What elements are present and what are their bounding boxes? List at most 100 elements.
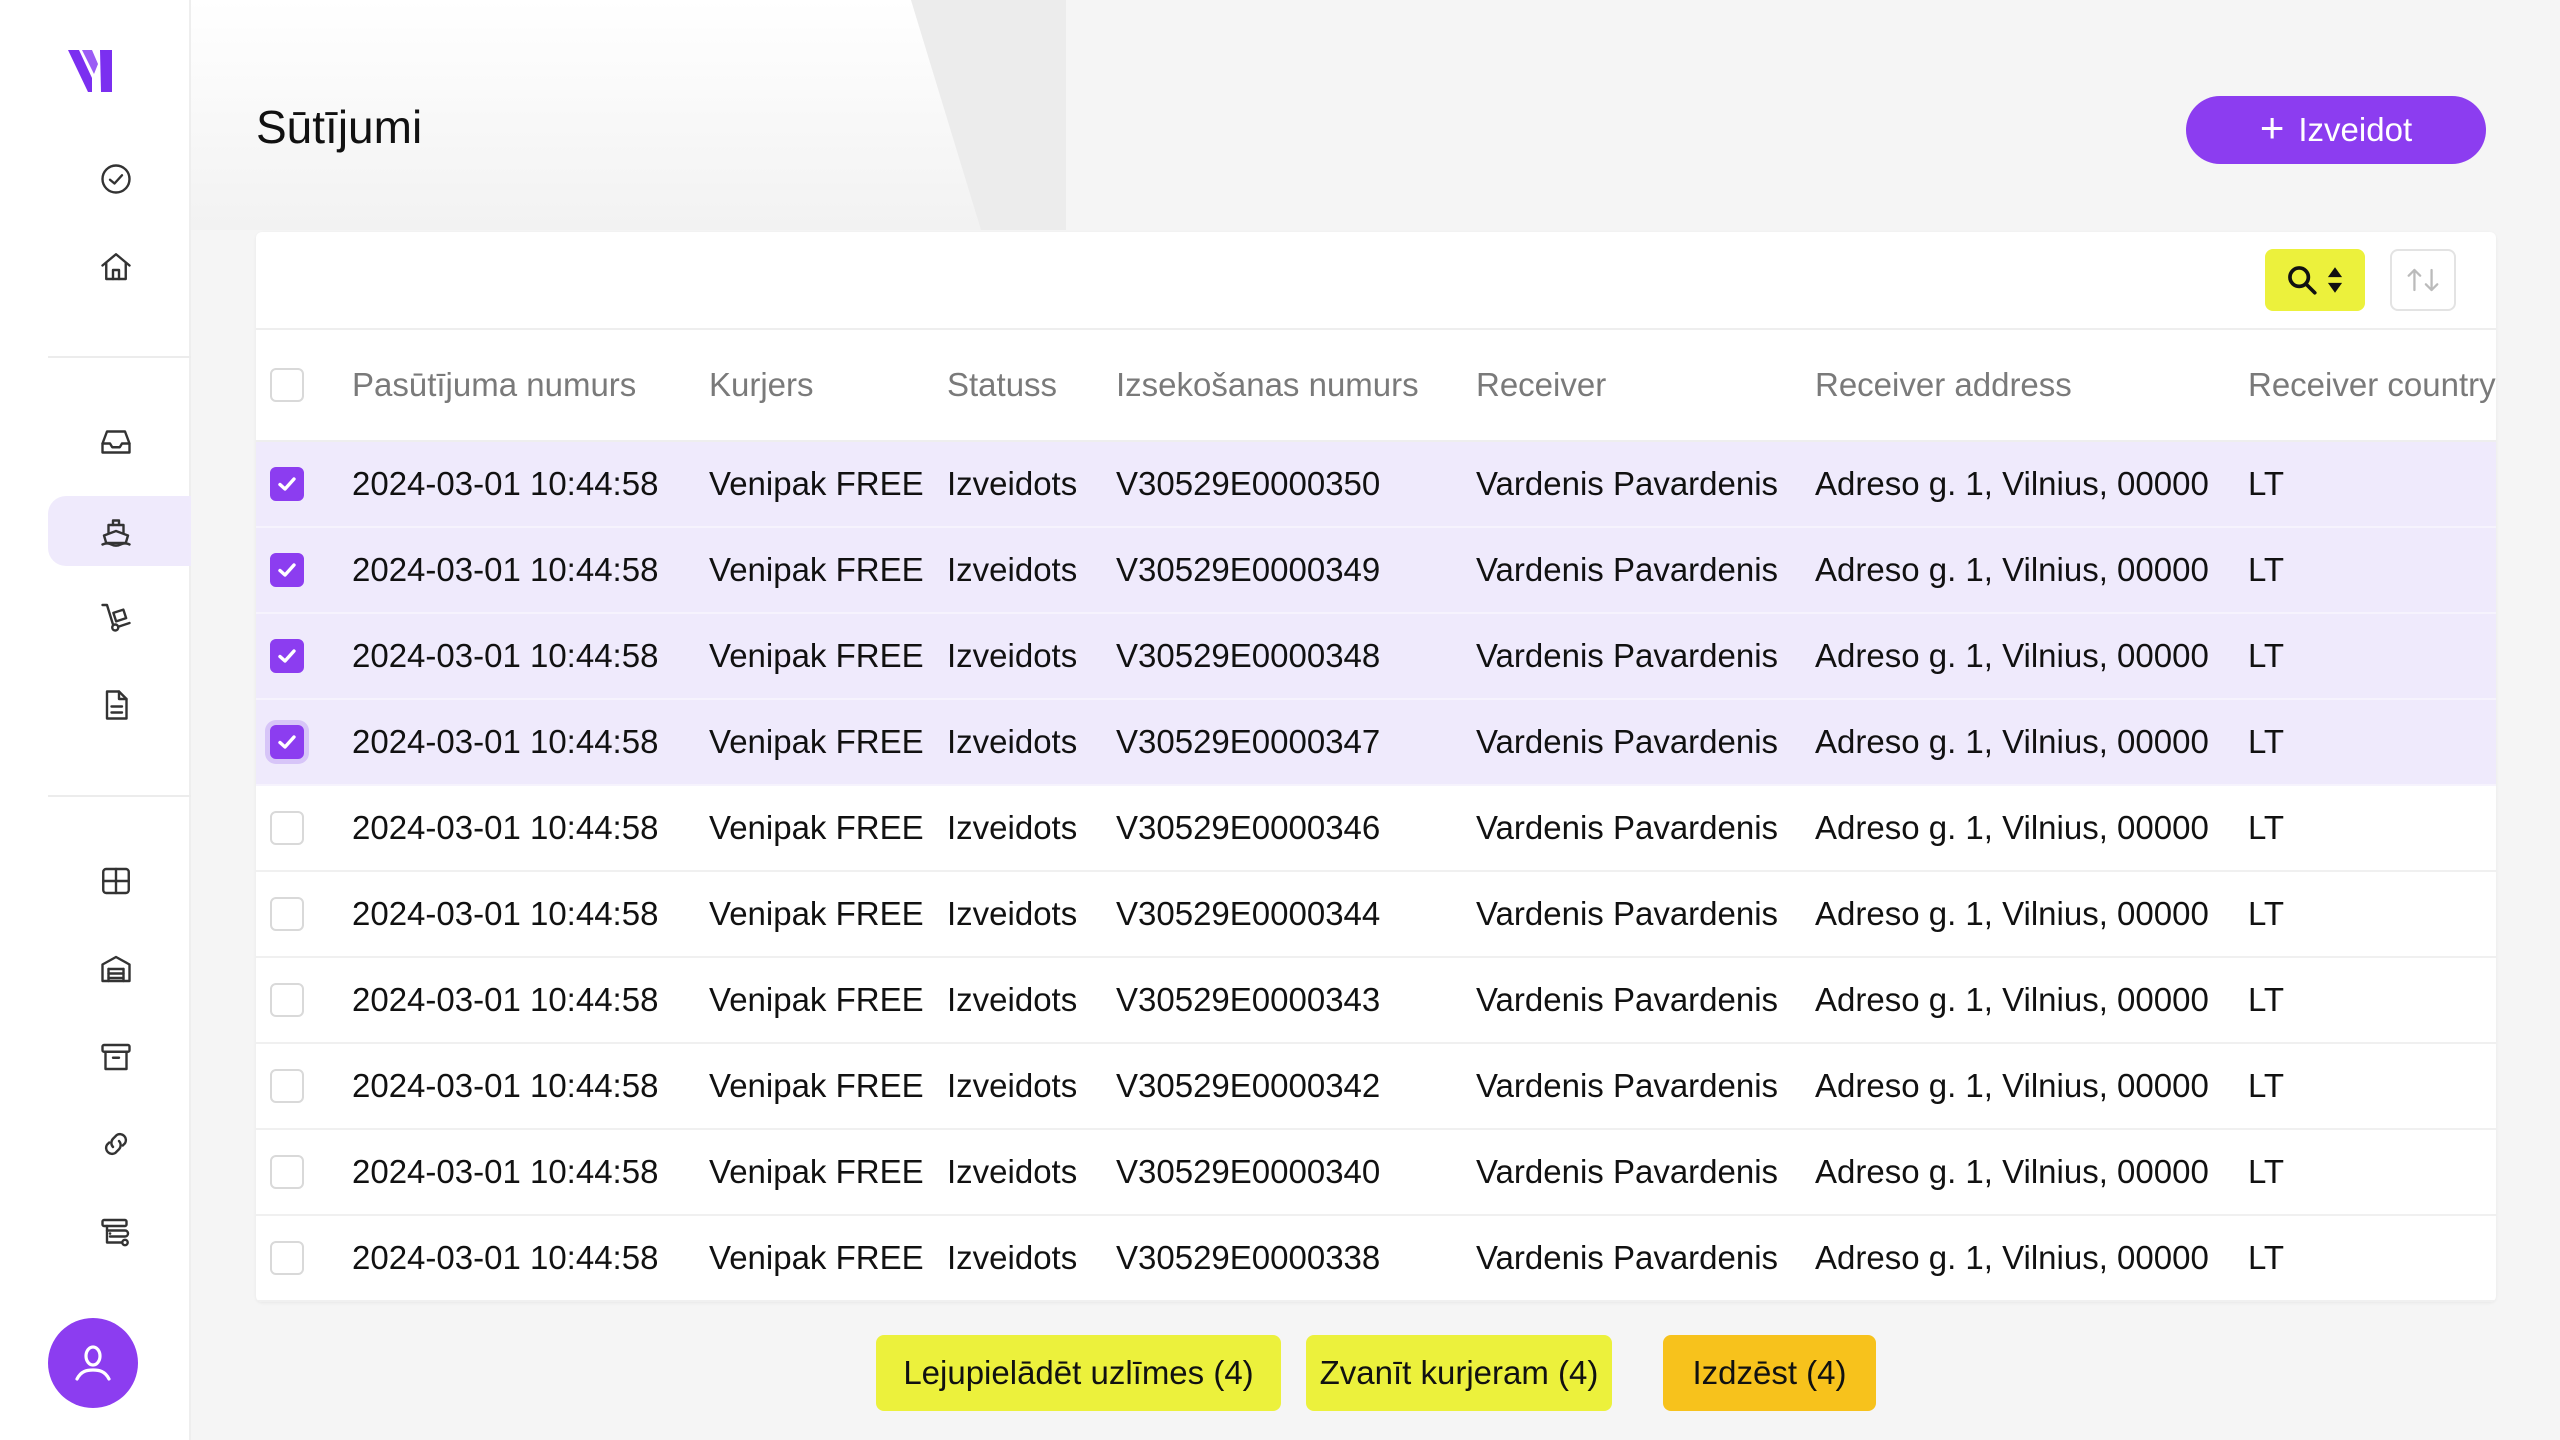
table-row[interactable]: 2024-03-01 10:44:58 Venipak FREE Izveidots… (256, 700, 2496, 786)
table-row[interactable]: 2024-03-01 10:44:58 Venipak FREE Izveidots… (256, 786, 2496, 872)
tracking-number-cell: V30529E0000340 (1116, 1153, 1381, 1190)
tracking-number-cell: V30529E0000347 (1116, 723, 1381, 760)
order-number-cell: 2024-03-01 10:44:58 (352, 1067, 659, 1104)
grid-icon (102, 867, 130, 895)
column-header-order-number[interactable]: Pasūtījuma numurs (352, 330, 636, 440)
receiver-cell: Vardenis Pavardenis (1476, 637, 1779, 674)
tracking-number-cell: V30529E0000348 (1116, 637, 1381, 674)
table-body: 2024-03-01 10:44:58 Venipak FREE Izveidots… (256, 442, 2496, 1302)
row-select-cell (270, 1216, 304, 1300)
nav-divider (48, 356, 191, 358)
nav-item-inbox[interactable] (48, 407, 191, 477)
logo-icon[interactable] (68, 50, 116, 92)
table-row[interactable]: 2024-03-01 10:44:58 Venipak FREE Izveidots… (256, 1044, 2496, 1130)
table-row[interactable]: 2024-03-01 10:44:58 Venipak FREE Izveidots… (256, 872, 2496, 958)
column-header-courier[interactable]: Kurjers (709, 330, 814, 440)
inbox-icon (101, 430, 131, 454)
link-icon (104, 1132, 128, 1156)
sidebar (0, 0, 191, 1440)
integrations-icon (101, 1218, 130, 1247)
nav-item-dashboard[interactable] (48, 846, 191, 916)
app: Sūtījumi + Izveidot Pasūtījuma numurs Ku… (0, 0, 2560, 1440)
nav-item-couriers[interactable] (48, 582, 191, 652)
shipments-table-card: Pasūtījuma numurs Kurjers Statuss Izseko… (256, 232, 2496, 1302)
nav-item-documents[interactable] (48, 670, 191, 740)
status-cell: Izveidots (947, 723, 1078, 760)
receiver-address-cell: Adreso g. 1, Vilnius, 00000 (1815, 809, 2209, 846)
check-circle-icon (101, 164, 131, 194)
courier-cell: Venipak FREE (709, 551, 924, 588)
column-header-receiver[interactable]: Receiver (1476, 330, 1606, 440)
nav-item-settings[interactable] (48, 1197, 191, 1267)
row-checkbox[interactable] (270, 553, 304, 587)
tracking-number-cell: V30529E0000343 (1116, 981, 1381, 1018)
row-select-cell (270, 786, 304, 870)
search-filter-button[interactable] (2265, 249, 2365, 311)
table-row[interactable]: 2024-03-01 10:44:58 Venipak FREE Izveidots… (256, 958, 2496, 1044)
receiver-address-cell: Adreso g. 1, Vilnius, 00000 (1815, 981, 2209, 1018)
nav-item-shipments[interactable] (48, 496, 191, 566)
status-cell: Izveidots (947, 551, 1078, 588)
row-checkbox[interactable] (270, 467, 304, 501)
row-select-cell (270, 614, 304, 698)
tracking-number-cell: V30529E0000344 (1116, 895, 1381, 932)
receiver-address-cell: Adreso g. 1, Vilnius, 00000 (1815, 723, 2209, 760)
row-checkbox[interactable] (270, 811, 304, 845)
row-checkbox[interactable] (270, 897, 304, 931)
receiver-country-cell: LT (2248, 1067, 2285, 1104)
nav-item-tasks[interactable] (48, 144, 191, 214)
call-courier-button[interactable]: Zvanīt kurjeram (4) (1306, 1335, 1612, 1411)
create-button[interactable]: + Izveidot (2186, 96, 2486, 164)
receiver-cell: Vardenis Pavardenis (1476, 895, 1779, 932)
nav-item-integrations-link[interactable] (48, 1109, 191, 1179)
receiver-cell: Vardenis Pavardenis (1476, 465, 1779, 502)
table-row[interactable]: 2024-03-01 10:44:58 Venipak FREE Izveidots… (256, 528, 2496, 614)
receiver-country-cell: LT (2248, 809, 2285, 846)
table-row[interactable]: 2024-03-01 10:44:58 Venipak FREE Izveidots… (256, 1216, 2496, 1302)
status-cell: Izveidots (947, 809, 1078, 846)
row-checkbox[interactable] (270, 639, 304, 673)
row-select-cell (270, 1044, 304, 1128)
download-labels-button[interactable]: Lejupielādēt uzlīmes (4) (876, 1335, 1281, 1411)
courier-cell: Venipak FREE (709, 723, 924, 760)
nav-item-archive[interactable] (48, 1022, 191, 1092)
table-header: Pasūtījuma numurs Kurjers Statuss Izseko… (256, 330, 2496, 442)
row-checkbox[interactable] (270, 1069, 304, 1103)
search-icon (2288, 266, 2317, 295)
nav-item-home[interactable] (48, 232, 191, 302)
column-header-status[interactable]: Statuss (947, 330, 1057, 440)
table-row[interactable]: 2024-03-01 10:44:58 Venipak FREE Izveidots… (256, 1130, 2496, 1216)
row-checkbox[interactable] (270, 983, 304, 1017)
table-row[interactable]: 2024-03-01 10:44:58 Venipak FREE Izveidots… (256, 614, 2496, 700)
receiver-address-cell: Adreso g. 1, Vilnius, 00000 (1815, 465, 2209, 502)
receiver-address-cell: Adreso g. 1, Vilnius, 00000 (1815, 1153, 2209, 1190)
receiver-country-cell: LT (2248, 1239, 2285, 1276)
column-header-receiver-country[interactable]: Receiver country (2248, 330, 2496, 440)
row-checkbox[interactable] (270, 1155, 304, 1189)
status-cell: Izveidots (947, 1153, 1078, 1190)
row-checkbox[interactable] (270, 725, 304, 759)
nav-item-warehouse[interactable] (48, 934, 191, 1004)
order-number-cell: 2024-03-01 10:44:58 (352, 551, 659, 588)
select-all-checkbox[interactable] (270, 368, 304, 402)
tracking-number-cell: V30529E0000338 (1116, 1239, 1381, 1276)
table-row[interactable]: 2024-03-01 10:44:58 Venipak FREE Izveidots… (256, 442, 2496, 528)
order-number-cell: 2024-03-01 10:44:58 (352, 981, 659, 1018)
column-header-receiver-address[interactable]: Receiver address (1815, 330, 2072, 440)
user-avatar[interactable] (48, 1318, 138, 1408)
sort-order-button[interactable] (2390, 249, 2456, 311)
order-number-cell: 2024-03-01 10:44:58 (352, 1239, 659, 1276)
receiver-cell: Vardenis Pavardenis (1476, 551, 1779, 588)
receiver-cell: Vardenis Pavardenis (1476, 1067, 1779, 1104)
page-title: Sūtījumi (256, 101, 423, 153)
checkmark-icon (278, 477, 296, 491)
column-header-tracking-number[interactable]: Izsekošanas numurs (1116, 330, 1419, 440)
delete-button[interactable]: Izdzēst (4) (1663, 1335, 1876, 1411)
receiver-country-cell: LT (2248, 465, 2285, 502)
row-checkbox[interactable] (270, 1241, 304, 1275)
courier-cell: Venipak FREE (709, 465, 924, 502)
home-icon (101, 253, 131, 281)
receiver-cell: Vardenis Pavardenis (1476, 1239, 1779, 1276)
order-number-cell: 2024-03-01 10:44:58 (352, 895, 659, 932)
row-select-cell (270, 1130, 304, 1214)
